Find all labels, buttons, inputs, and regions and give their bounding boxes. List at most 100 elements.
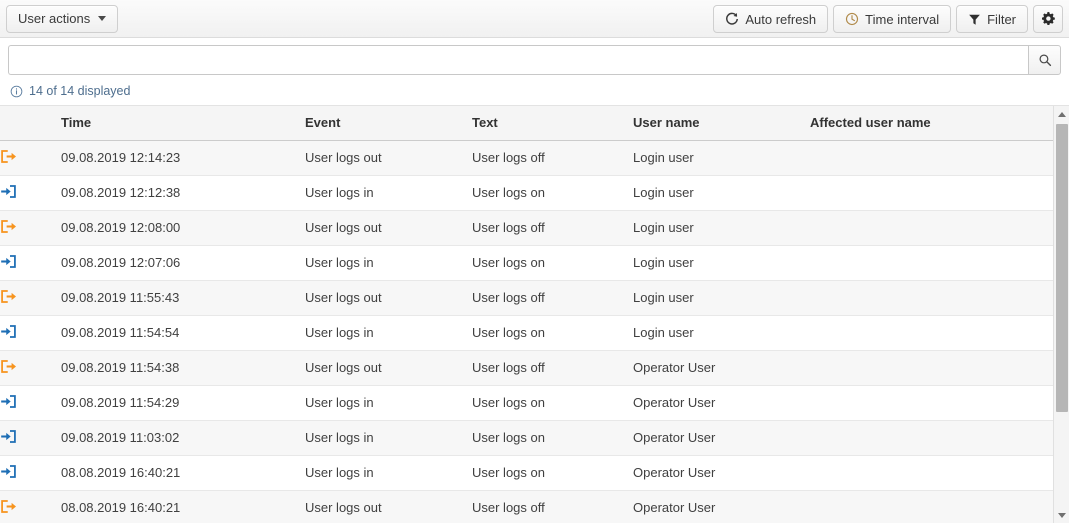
cell-time: 09.08.2019 12:12:38 — [61, 175, 305, 211]
cell-text: User logs off — [472, 140, 633, 176]
cell-text: User logs on — [472, 455, 633, 491]
cell-user-name: Login user — [633, 175, 810, 211]
table-row[interactable]: 09.08.2019 11:03:02 User logs in User logs… — [0, 420, 1053, 456]
search-row — [0, 38, 1069, 78]
cell-event: User logs in — [305, 315, 472, 351]
table-header-row: Time Event Text User name Affected user … — [0, 106, 1053, 141]
cell-affected-user-name — [810, 420, 1053, 456]
search-icon — [1038, 53, 1052, 67]
displayed-count-text: 14 of 14 displayed — [29, 84, 131, 98]
toolbar-right-group: Auto refresh Time interval Filter — [713, 5, 1063, 33]
cell-event: User logs out — [305, 140, 472, 176]
cell-text: User logs on — [472, 175, 633, 211]
cell-event: User logs out — [305, 490, 472, 523]
settings-button[interactable] — [1033, 5, 1063, 33]
table-scrollbar[interactable] — [1053, 106, 1069, 523]
cell-event: User logs in — [305, 455, 472, 491]
login-icon — [0, 455, 61, 491]
user-actions-dropdown[interactable]: User actions — [6, 4, 119, 33]
table-row[interactable]: 08.08.2019 16:40:21 User logs out User log… — [0, 490, 1053, 523]
cell-event: User logs in — [305, 385, 472, 421]
status-line: 14 of 14 displayed — [0, 78, 1069, 105]
cell-user-name: Login user — [633, 245, 810, 281]
cell-user-name: Operator User — [633, 455, 810, 491]
cell-user-name: Login user — [633, 140, 810, 176]
refresh-icon — [725, 12, 739, 26]
column-header-icon[interactable] — [0, 106, 61, 141]
cell-text: User logs off — [472, 210, 633, 246]
cell-time: 09.08.2019 12:07:06 — [61, 245, 305, 281]
cell-user-name: Operator User — [633, 490, 810, 523]
cell-affected-user-name — [810, 315, 1053, 351]
search-button[interactable] — [1028, 45, 1061, 75]
cell-user-name: Login user — [633, 280, 810, 316]
login-icon — [0, 175, 61, 211]
logout-icon — [0, 210, 61, 246]
cell-affected-user-name — [810, 350, 1053, 386]
cell-text: User logs off — [472, 490, 633, 523]
auto-refresh-button[interactable]: Auto refresh — [713, 5, 829, 33]
cell-text: User logs on — [472, 420, 633, 456]
funnel-icon — [968, 13, 981, 26]
cell-affected-user-name — [810, 280, 1053, 316]
cell-event: User logs out — [305, 280, 472, 316]
cell-user-name: Login user — [633, 210, 810, 246]
auto-refresh-label: Auto refresh — [745, 11, 817, 27]
cell-time: 09.08.2019 11:54:38 — [61, 350, 305, 386]
table-row[interactable]: 09.08.2019 12:12:38 User logs in User logs… — [0, 175, 1053, 211]
column-header-affected-user-name[interactable]: Affected user name — [810, 106, 1053, 141]
column-header-event[interactable]: Event — [305, 106, 472, 141]
cell-text: User logs on — [472, 245, 633, 281]
gear-icon — [1040, 11, 1056, 27]
column-header-user-name[interactable]: User name — [633, 106, 810, 141]
cell-time: 09.08.2019 11:54:54 — [61, 315, 305, 351]
filter-button[interactable]: Filter — [956, 5, 1028, 33]
scroll-up-arrow-icon[interactable] — [1054, 106, 1069, 123]
cell-event: User logs out — [305, 350, 472, 386]
cell-event: User logs in — [305, 245, 472, 281]
cell-user-name: Operator User — [633, 350, 810, 386]
top-toolbar: User actions Auto refresh Time interval — [0, 0, 1069, 38]
cell-time: 09.08.2019 11:55:43 — [61, 280, 305, 316]
table-row[interactable]: 09.08.2019 12:14:23 User logs out User log… — [0, 140, 1053, 176]
table-row[interactable]: 09.08.2019 11:55:43 User logs out User log… — [0, 280, 1053, 316]
chevron-down-icon — [98, 16, 107, 21]
cell-affected-user-name — [810, 455, 1053, 491]
login-icon — [0, 245, 61, 281]
logout-icon — [0, 490, 61, 523]
login-icon — [0, 420, 61, 456]
table-row[interactable]: 09.08.2019 12:08:00 User logs out User log… — [0, 210, 1053, 246]
cell-affected-user-name — [810, 210, 1053, 246]
cell-event: User logs out — [305, 210, 472, 246]
cell-affected-user-name — [810, 175, 1053, 211]
cell-text: User logs off — [472, 280, 633, 316]
logout-icon — [0, 350, 61, 386]
table-row[interactable]: 09.08.2019 11:54:54 User logs in User logs… — [0, 315, 1053, 351]
filter-label: Filter — [987, 11, 1016, 27]
search-input[interactable] — [8, 45, 1028, 75]
time-interval-button[interactable]: Time interval — [833, 5, 952, 33]
events-table: Time Event Text User name Affected user … — [0, 106, 1053, 523]
column-header-time[interactable]: Time — [61, 106, 305, 141]
cell-time: 08.08.2019 16:40:21 — [61, 455, 305, 491]
cell-affected-user-name — [810, 385, 1053, 421]
table-header: Time Event Text User name Affected user … — [0, 106, 1053, 141]
scrollbar-thumb[interactable] — [1056, 124, 1068, 412]
scroll-down-arrow-icon[interactable] — [1054, 507, 1069, 523]
login-icon — [0, 385, 61, 421]
cell-time: 09.08.2019 12:08:00 — [61, 210, 305, 246]
table-row[interactable]: 09.08.2019 11:54:38 User logs out User log… — [0, 350, 1053, 386]
cell-text: User logs on — [472, 315, 633, 351]
table-row[interactable]: 09.08.2019 12:07:06 User logs in User logs… — [0, 245, 1053, 281]
column-header-text[interactable]: Text — [472, 106, 633, 141]
cell-affected-user-name — [810, 245, 1053, 281]
table-row[interactable]: 08.08.2019 16:40:21 User logs in User logs… — [0, 455, 1053, 491]
login-icon — [0, 315, 61, 351]
clock-icon — [845, 12, 859, 26]
time-interval-label: Time interval — [865, 11, 940, 27]
table-body: 09.08.2019 12:14:23 User logs out User log… — [0, 140, 1053, 523]
cell-time: 09.08.2019 12:14:23 — [61, 140, 305, 176]
info-circle-icon — [10, 85, 23, 98]
logout-icon — [0, 280, 61, 316]
table-row[interactable]: 09.08.2019 11:54:29 User logs in User logs… — [0, 385, 1053, 421]
